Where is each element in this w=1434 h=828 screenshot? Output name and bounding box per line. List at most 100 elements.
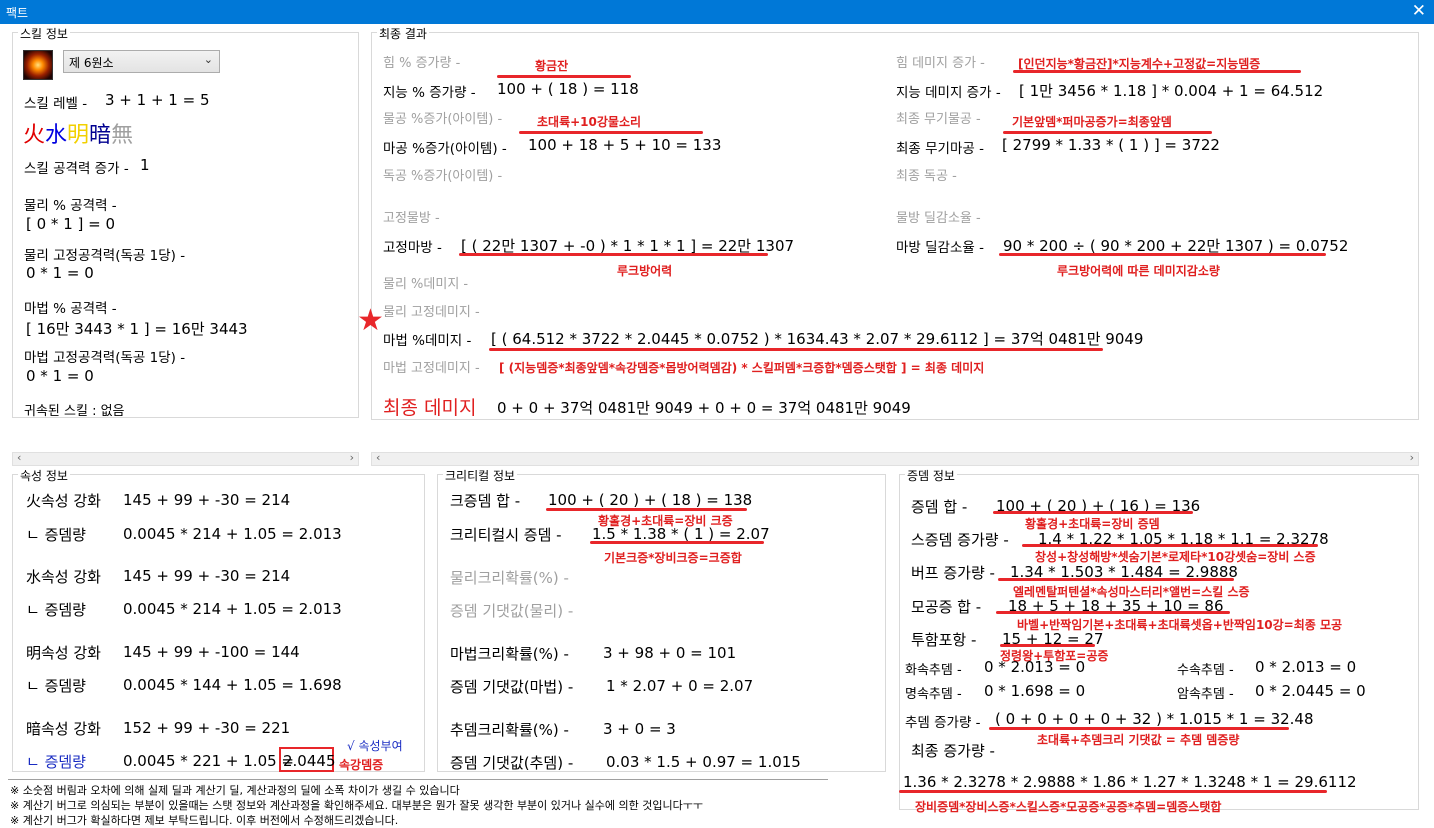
final-matk-label: 최종 무기마공 -	[896, 141, 984, 157]
fire-add-value: 0 * 2.013 = 0	[984, 658, 1086, 676]
water-inc-value: 0.0045 * 214 + 1.05 = 2.013	[123, 600, 342, 618]
final-indep-label: 최종 독공 -	[896, 169, 957, 184]
star-icon: ★	[357, 303, 384, 338]
underline-crit-inc	[590, 541, 764, 544]
skill-icon	[23, 50, 53, 80]
final-matk-value: [ 2799 * 1.33 * ( 1 ) ] = 3722	[1002, 136, 1220, 154]
phys-pct-value: [ 0 * 1 ] = 0	[26, 215, 116, 233]
water-add-label: 수속추뎀 -	[1177, 663, 1234, 678]
element-water: 水	[45, 123, 68, 148]
water-enh-value: 145 + 99 + -30 = 214	[123, 567, 291, 585]
element-fire: 火	[23, 123, 46, 148]
skill-atk-inc-label: 스킬 공격력 증가 -	[24, 161, 129, 177]
skill-level-value: 3 + 1 + 1 = 5	[105, 91, 210, 109]
underline-crit-sum	[546, 508, 747, 511]
inc-sum-label: 증뎀 합 -	[911, 498, 968, 516]
int-pct-value: 100 + ( 18 ) = 118	[497, 80, 639, 98]
underline-int-dmg	[1013, 70, 1301, 73]
add-inc-label: 추뎀 증가량 -	[905, 715, 981, 731]
pen-label: 투함포항 -	[911, 631, 977, 649]
scroll-right-icon[interactable]: ›	[350, 451, 354, 464]
element-dark: 暗	[89, 123, 112, 148]
crit-sum-value: 100 + ( 20 ) + ( 18 ) = 138	[548, 491, 753, 509]
pdef-reduce-label: 물방 딜감소율 -	[896, 211, 981, 226]
dark-inc-value: 0.0045 * 221 + 1.05 =	[123, 752, 294, 770]
dark-add-value: 0 * 2.0445 = 0	[1255, 682, 1366, 700]
mdmg-fixed-label: 마법 고정데미지 -	[383, 361, 480, 376]
fixed-pdef-label: 고정물방 -	[383, 211, 440, 226]
water-add-value: 0 * 2.013 = 0	[1255, 658, 1357, 676]
element-light: 明	[67, 123, 90, 148]
str-dmg-label: 힘 데미지 증가 -	[896, 56, 985, 71]
chevron-down-icon: ⌄	[203, 53, 213, 66]
crit-inc-label: 크리티컬시 증뎀 -	[450, 526, 562, 544]
dark-enh-value: 152 + 99 + -30 = 221	[123, 719, 291, 737]
light-add-label: 명속추뎀 -	[905, 687, 962, 702]
fire-enh-value: 145 + 99 + -30 = 214	[123, 491, 291, 509]
underline-mdmg-pct	[489, 348, 1103, 351]
light-inc-label: ㄴ 증뎀량	[26, 677, 86, 695]
mag-pct-value: [ 16만 3443 * 1 ] = 16만 3443	[26, 320, 248, 338]
fire-inc-value: 0.0045 * 214 + 1.05 = 2.013	[123, 525, 342, 543]
pexpect-label: 증뎀 기댓값(물리) -	[450, 602, 574, 620]
skill-info-title: 스킬 정보	[18, 25, 70, 42]
bound-skill-label: 귀속된 스킬 : 없음	[24, 404, 125, 419]
horizontal-scrollbar-main[interactable]: ‹ ›	[371, 451, 1419, 466]
note-final-formula: [ (지능뎀증*최종앞뎀*속강뎀증*몹방어력뎀감) * 스킬퍼뎀*크증합*뎀증스…	[499, 361, 985, 375]
int-dmg-label: 지능 데미지 증가 -	[896, 85, 1001, 101]
note-crit-inc: 기본크증*장비크증=크증합	[604, 551, 742, 565]
note-int-pct: 황금잔	[535, 59, 569, 73]
note-final-inc: 장비증뎀*장비스증*스킬스증*모공증*공증*추뎀=뎀증스탯합	[915, 800, 1222, 814]
int-pct-label: 지능 % 증가량 -	[383, 85, 476, 101]
aexpect-value: 0.03 * 1.5 + 0.97 = 1.015	[606, 753, 801, 771]
mag-fixed-label: 마법 고정공격력(독공 1당) -	[24, 350, 186, 366]
element-row: 火水明暗無	[23, 117, 133, 149]
scroll-left-icon[interactable]: ‹	[17, 451, 21, 464]
horizontal-scrollbar-left[interactable]: ‹ ›	[12, 451, 359, 466]
pcrit-rate-label: 물리크리확률(%) -	[450, 569, 569, 587]
mexpect-value: 1 * 2.07 + 0 = 2.07	[606, 677, 754, 695]
underline-buff-inc	[998, 578, 1234, 581]
pdmg-fixed-label: 물리 고정데미지 -	[383, 305, 480, 320]
window-title: 팩트	[6, 6, 29, 20]
crit-info-title: 크리티컬 정보	[443, 467, 518, 484]
light-enh-value: 145 + 99 + -100 = 144	[123, 643, 300, 661]
water-inc-label: ㄴ 증뎀량	[26, 601, 86, 619]
fixed-mdef-label: 고정마방 -	[383, 240, 442, 256]
phys-fixed-value: 0 * 1 = 0	[26, 264, 94, 282]
add-inc-value: ( 0 + 0 + 0 + 0 + 32 ) * 1.015 * 1 = 32.…	[995, 710, 1314, 728]
footer-note-1: ※ 소숫점 버림과 오차에 의해 실제 딜과 계산기 딜, 계산과정의 딜에 소…	[10, 784, 460, 797]
dark-inc-result: 2.0445	[283, 752, 336, 770]
window-titlebar: 팩트 ✕	[0, 0, 1434, 24]
underline-skill-inc	[1022, 544, 1318, 547]
aexpect-label: 증뎀 기댓값(추뎀) -	[450, 754, 574, 772]
note-luke-def: 루크방어력	[617, 264, 673, 278]
underline-add-inc	[989, 727, 1289, 730]
note-add-inc: 초대륙+추뎀크리 기댓값 = 추뎀 뎀증량	[1037, 733, 1240, 747]
close-icon[interactable]: ✕	[1412, 1, 1426, 21]
skill-select[interactable]: 제 6원소 ⌄	[63, 50, 220, 73]
buff-inc-label: 버프 증가량 -	[911, 564, 995, 582]
scroll-left-icon[interactable]: ‹	[376, 451, 380, 464]
crit-sum-label: 크증뎀 합 -	[450, 492, 521, 510]
mexpect-label: 증뎀 기댓값(마법) -	[450, 678, 574, 696]
underline-weapon	[1003, 131, 1212, 134]
indep-item-label: 독공 %증가(아이템) -	[383, 169, 503, 184]
note-dark-attr: 속강뎀증	[339, 758, 384, 772]
phys-fixed-label: 물리 고정공격력(독공 1당) -	[24, 248, 186, 264]
note-reduce: 루크방어력에 따른 데미지감소량	[1057, 264, 1220, 278]
str-pct-label: 힘 % 증가량 -	[383, 56, 461, 71]
scroll-right-icon[interactable]: ›	[1410, 451, 1414, 464]
note-matk-item: 초대륙+10강물소리	[537, 115, 642, 129]
water-enh-label: 水속성 강화	[26, 568, 101, 586]
element-none: 無	[111, 123, 134, 148]
skill-select-value: 제 6원소	[69, 56, 114, 70]
light-enh-label: 明속성 강화	[26, 644, 101, 662]
allatk-sum-label: 모공증 합 -	[911, 598, 982, 616]
underline-int-pct	[497, 75, 631, 78]
final-damage-label: 최종 데미지	[383, 397, 477, 419]
final-result-title: 최종 결과	[377, 25, 429, 42]
final-inc-label: 최종 증가량 -	[911, 742, 995, 760]
mag-fixed-value: 0 * 1 = 0	[26, 367, 94, 385]
final-patk-label: 최종 무기물공 -	[896, 112, 981, 127]
